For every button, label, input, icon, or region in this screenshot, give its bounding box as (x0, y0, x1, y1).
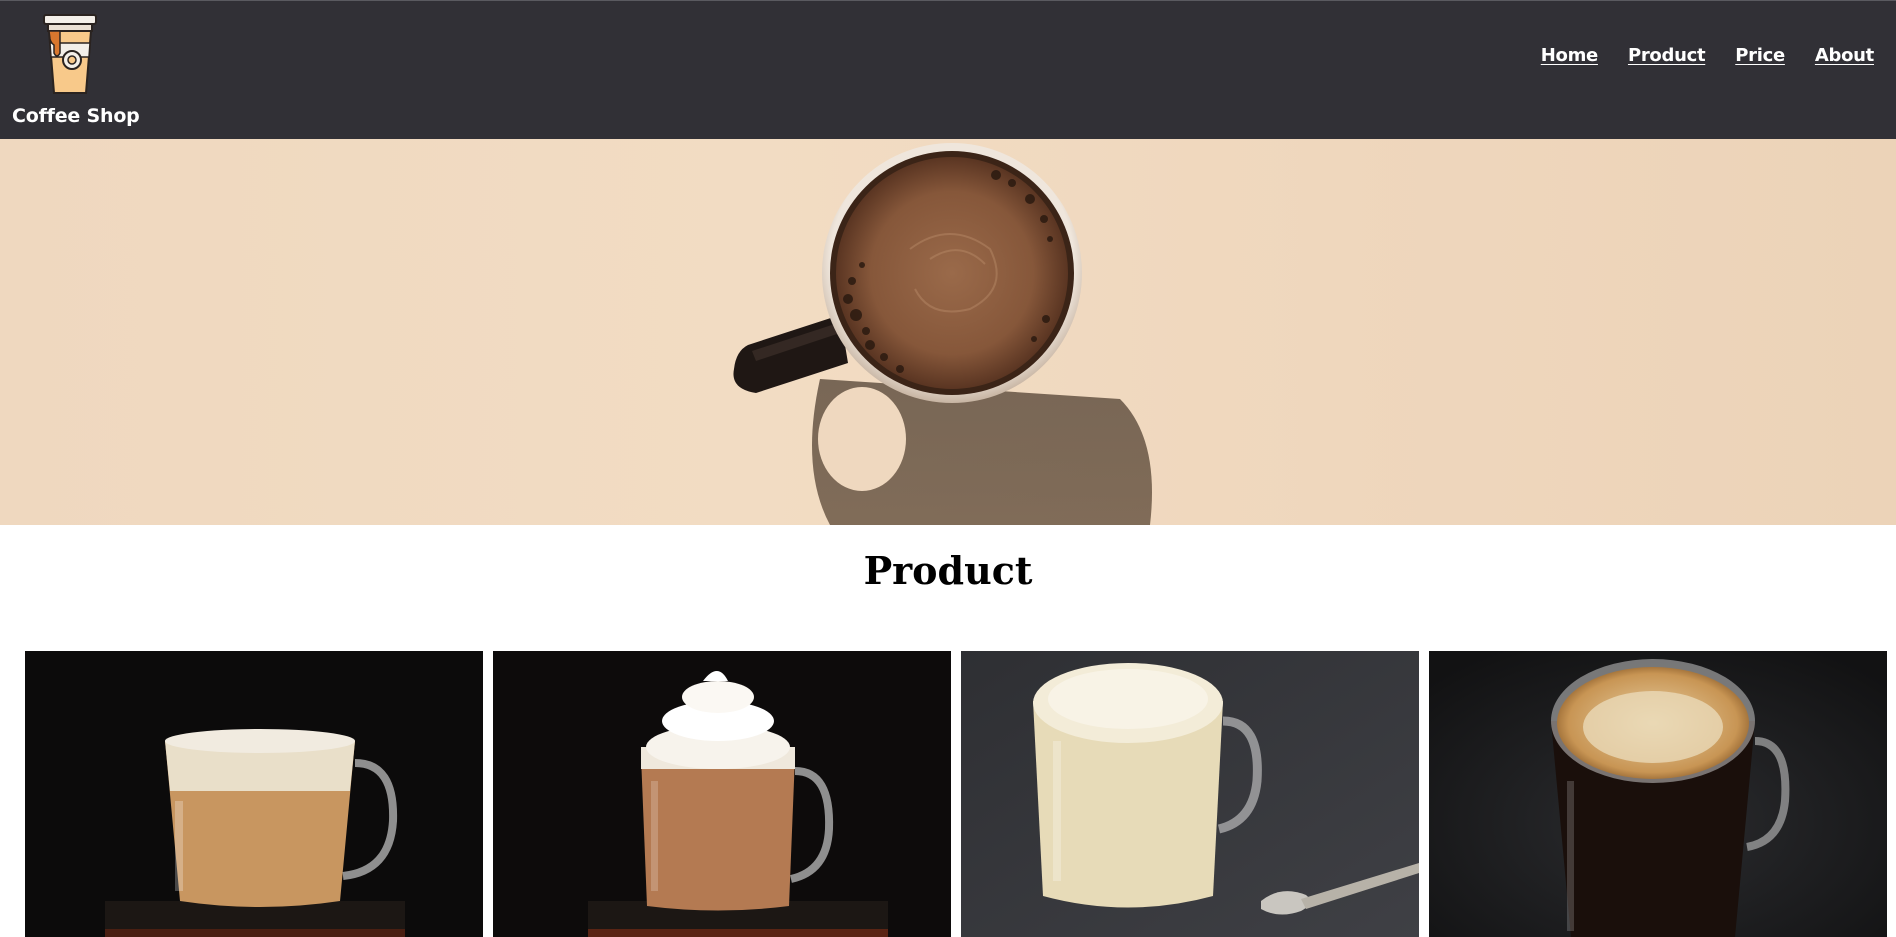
product-card-americano[interactable] (1429, 651, 1887, 937)
product-section-title: Product (863, 548, 1033, 593)
brand[interactable]: Coffee Shop (12, 13, 140, 127)
product-grid (25, 651, 1887, 937)
hero-coffee-mug-image (733, 143, 1152, 525)
latte-image (25, 651, 483, 937)
product-card-flat-white[interactable] (961, 651, 1419, 937)
product-card-latte[interactable] (25, 651, 483, 937)
flat-white-image (961, 651, 1419, 937)
nav-link-home[interactable]: Home (1541, 45, 1599, 66)
coffee-cup-icon (43, 14, 97, 94)
nav-link-about[interactable]: About (1815, 45, 1874, 66)
main-nav: Home Product Price About (1541, 45, 1875, 66)
brand-name: Coffee Shop (12, 105, 140, 127)
product-card-mocha[interactable] (493, 651, 951, 937)
nav-link-price[interactable]: Price (1735, 45, 1785, 66)
americano-image (1429, 651, 1887, 937)
mocha-image (493, 651, 951, 937)
site-header: Coffee Shop Home Product Price About (0, 0, 1896, 139)
nav-link-product[interactable]: Product (1628, 45, 1706, 66)
hero-banner (0, 139, 1896, 525)
